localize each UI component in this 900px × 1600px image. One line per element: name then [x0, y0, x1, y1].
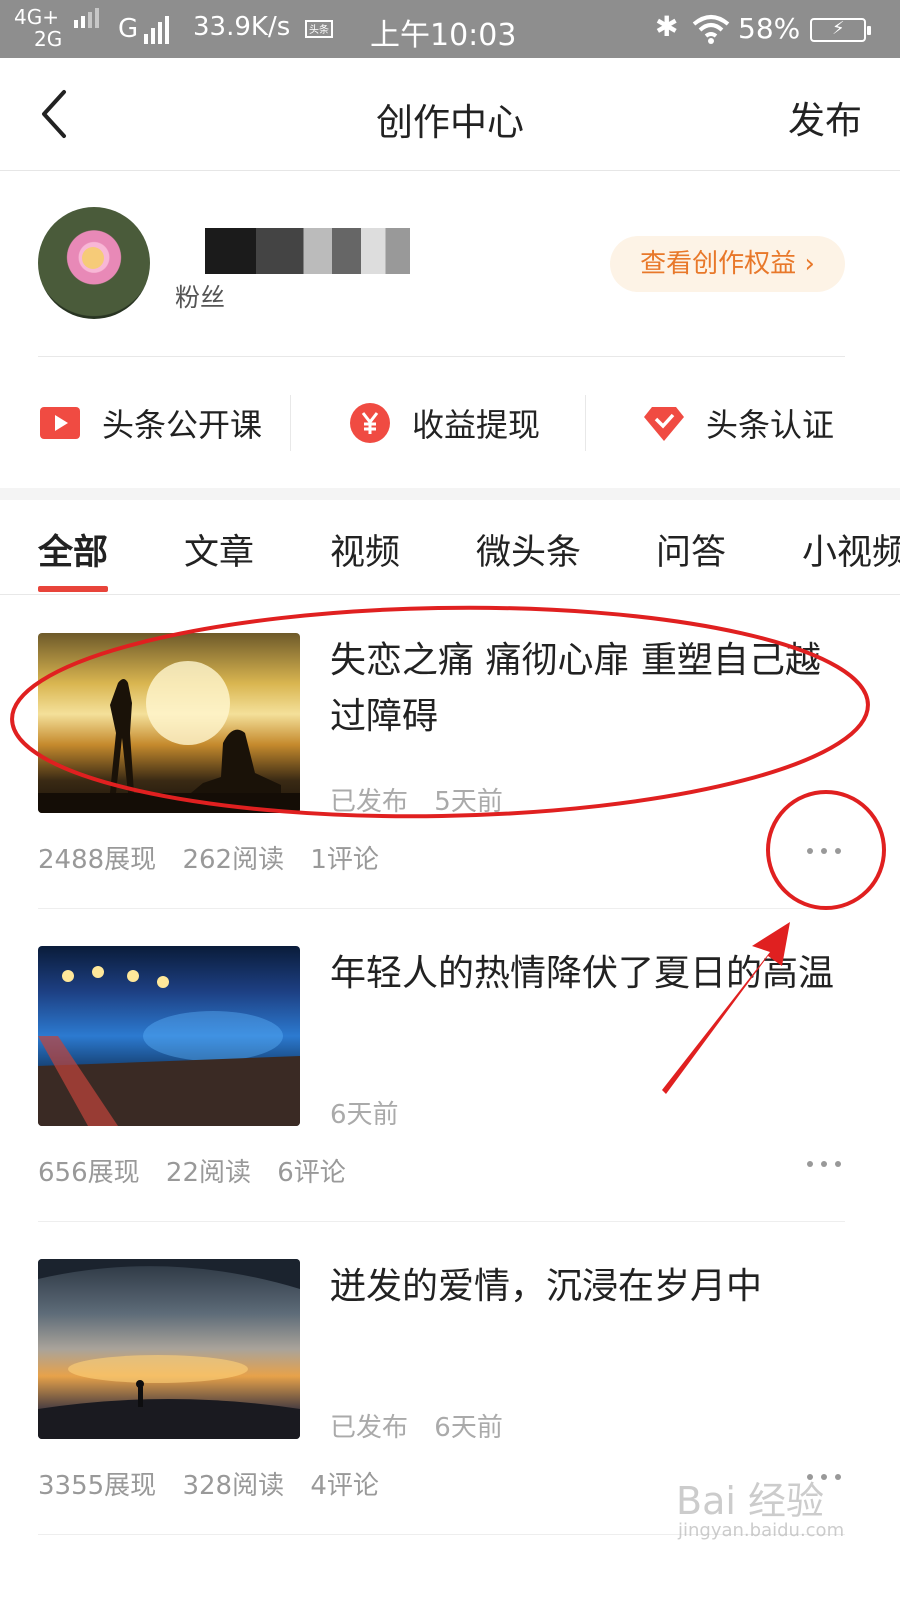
tab-short-videos[interactable]: 小视频 — [802, 524, 900, 575]
yen-coin-icon — [350, 403, 390, 443]
publish-time: 6天前 — [434, 1413, 503, 1443]
quick-action-verification[interactable]: 头条认证 — [642, 390, 834, 456]
quick-action-label: 头条认证 — [706, 406, 835, 444]
signal-icon — [74, 8, 102, 28]
status-bar: 4G+ 2G G 33.9K/s 头条 上午10:03 ✱ 58% ⚡ — [0, 0, 900, 58]
article-thumbnail[interactable] — [38, 633, 300, 813]
watermark-url: jingyan.baidu.com — [678, 1520, 845, 1541]
reads-count: 328阅读 — [182, 1471, 285, 1501]
comments-count: 1评论 — [310, 845, 379, 875]
active-tab-indicator — [38, 586, 108, 592]
article-thumbnail[interactable] — [38, 946, 300, 1126]
article-stats: 3355展现 328阅读 4评论 — [38, 1465, 397, 1502]
tab-all[interactable]: 全部 — [38, 524, 108, 575]
publish-time: 5天前 — [434, 787, 503, 817]
reads-count: 22阅读 — [165, 1158, 251, 1188]
username-redacted — [205, 228, 410, 274]
divider — [38, 356, 845, 357]
publish-status: 已发布 — [330, 1413, 409, 1443]
views-count: 656展现 — [38, 1158, 140, 1188]
content-tabs: 全部 文章 视频 微头条 问答 小视频 — [0, 500, 900, 595]
more-options-icon[interactable] — [804, 1156, 844, 1172]
quick-action-label: 头条公开课 — [102, 406, 263, 444]
article-thumbnail[interactable] — [38, 1259, 300, 1439]
network-type: 4G+ 2G — [14, 5, 63, 51]
article-stats: 2488展现 262阅读 1评论 — [38, 839, 397, 876]
comments-count: 6评论 — [277, 1158, 346, 1188]
tab-videos[interactable]: 视频 — [330, 524, 400, 575]
more-options-icon[interactable] — [804, 843, 844, 859]
diamond-check-icon — [644, 407, 684, 441]
battery-icon: ⚡ — [810, 18, 871, 42]
signal-icon-2 — [144, 16, 172, 44]
fans-count-label: 粉丝 — [175, 283, 226, 312]
article-title[interactable]: 失恋之痛 痛彻心扉 重塑自己越过障碍 — [330, 633, 850, 745]
network-g: G — [118, 14, 139, 44]
views-count: 3355展现 — [38, 1471, 157, 1501]
nav-bar: 创作中心 发布 — [0, 58, 900, 171]
bluetooth-icon: ✱ — [655, 10, 679, 43]
tab-qa[interactable]: 问答 — [656, 524, 726, 575]
view-creator-benefits-button[interactable]: 查看创作权益 › — [610, 236, 845, 292]
divider — [585, 395, 586, 451]
divider — [290, 395, 291, 451]
views-count: 2488展现 — [38, 845, 157, 875]
page-title: 创作中心 — [376, 101, 524, 144]
play-video-icon — [40, 407, 80, 439]
tab-articles[interactable]: 文章 — [184, 524, 254, 575]
article-item[interactable]: 失恋之痛 痛彻心扉 重塑自己越过障碍 已发布 5天前 2488展现 262阅读 … — [0, 595, 900, 909]
app-notification-icon: 头条 — [305, 20, 333, 38]
article-meta: 6天前 — [330, 1094, 417, 1131]
tab-weitoutiao[interactable]: 微头条 — [476, 524, 581, 575]
publish-time: 6天前 — [330, 1100, 399, 1130]
article-stats: 656展现 22阅读 6评论 — [38, 1152, 364, 1189]
publish-button[interactable]: 发布 — [788, 90, 862, 144]
section-gap — [0, 488, 900, 500]
publish-status: 已发布 — [330, 787, 409, 817]
article-title[interactable]: 迸发的爱情，沉浸在岁月中 — [330, 1259, 850, 1315]
network-speed: 33.9K/s — [193, 12, 291, 42]
article-meta: 已发布 6天前 — [330, 1407, 521, 1444]
article-meta: 已发布 5天前 — [330, 781, 521, 818]
battery-percent: 58% — [738, 12, 801, 45]
wifi-icon — [692, 15, 730, 44]
clock: 上午10:03 — [370, 18, 517, 53]
watermark-logo: Bai 经验 — [676, 1479, 824, 1523]
avatar[interactable] — [38, 207, 150, 319]
benefit-button-label: 查看创作权益 — [640, 249, 797, 279]
comments-count: 4评论 — [310, 1471, 379, 1501]
article-title[interactable]: 年轻人的热情降伏了夏日的高温 — [330, 946, 850, 1002]
quick-action-open-course[interactable]: 头条公开课 — [38, 390, 262, 456]
quick-action-withdraw[interactable]: 收益提现 — [348, 390, 540, 456]
article-item[interactable]: 年轻人的热情降伏了夏日的高温 6天前 656展现 22阅读 6评论 — [0, 908, 900, 1222]
chevron-right-icon: › — [804, 249, 815, 279]
reads-count: 262阅读 — [182, 845, 285, 875]
quick-action-label: 收益提现 — [412, 406, 541, 444]
